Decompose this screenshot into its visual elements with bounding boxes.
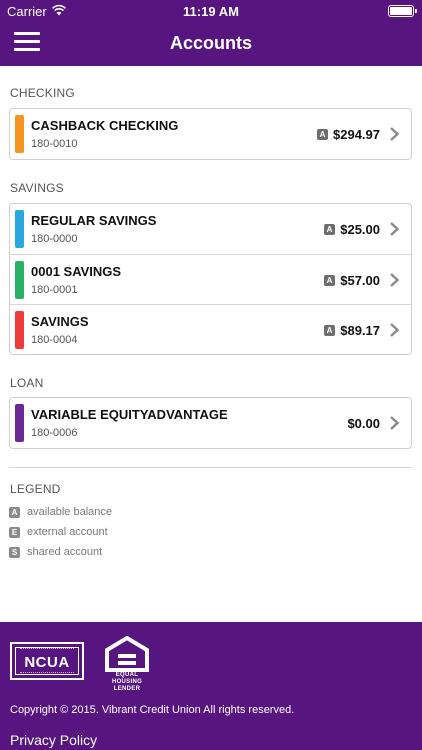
privacy-policy-link[interactable]: Privacy Policy <box>10 732 97 748</box>
legend-title: LEGEND <box>10 482 61 496</box>
account-row-regular-savings[interactable]: REGULAR SAVINGS 180-0000 A $25.00 <box>10 204 411 254</box>
status-bar: Carrier 11:19 AM <box>0 0 422 22</box>
account-number: 180-0010 <box>31 138 78 150</box>
available-balance-badge: A <box>324 224 335 235</box>
account-name: SAVINGS <box>31 314 89 329</box>
account-name: CASHBACK CHECKING <box>31 118 179 133</box>
account-balance: $0.00 <box>347 416 380 431</box>
loan-accounts-card: VARIABLE EQUITYADVANTAGE 180-0006 $0.00 <box>9 397 412 449</box>
divider <box>9 467 412 468</box>
app-header: Carrier 11:19 AM Accounts <box>0 0 422 66</box>
legend-text: available balance <box>27 506 113 518</box>
account-row-0001-savings[interactable]: 0001 SAVINGS 180-0001 A $57.00 <box>10 254 411 304</box>
section-label-loan: LOAN <box>10 376 44 390</box>
account-name: VARIABLE EQUITYADVANTAGE <box>31 407 228 422</box>
available-balance-badge: A <box>317 129 328 140</box>
account-row-cashback-checking[interactable]: CASHBACK CHECKING 180-0010 A $294.97 <box>10 109 411 159</box>
account-color-stripe <box>15 115 24 153</box>
legend-text: shared account <box>27 546 103 558</box>
battery-icon <box>388 5 417 17</box>
copyright-text: Copyright © 2015. Vibrant Credit Union A… <box>10 704 295 716</box>
available-balance-badge: A <box>324 325 335 336</box>
section-label-checking: CHECKING <box>10 86 75 100</box>
section-label-savings: SAVINGS <box>10 181 64 195</box>
account-color-stripe <box>15 210 24 248</box>
page-title: Accounts <box>169 33 252 53</box>
legend-badge: A <box>9 507 20 518</box>
chevron-right-icon <box>390 222 400 236</box>
account-name: 0001 SAVINGS <box>31 264 122 279</box>
account-row-savings[interactable]: SAVINGS 180-0004 A $89.17 <box>10 304 411 354</box>
account-color-stripe <box>15 261 24 299</box>
savings-accounts-card: REGULAR SAVINGS 180-0000 A $25.00 0001 S… <box>9 203 412 355</box>
legend-text: external account <box>27 526 108 538</box>
checking-accounts-card: CASHBACK CHECKING 180-0010 A $294.97 <box>9 108 412 160</box>
chevron-right-icon <box>390 323 400 337</box>
account-number: 180-0001 <box>31 284 78 296</box>
account-balance: $294.97 <box>333 127 380 142</box>
legend-badge: S <box>9 547 20 558</box>
account-balance: $57.00 <box>340 273 380 288</box>
account-color-stripe <box>15 311 24 349</box>
available-balance-badge: A <box>324 275 335 286</box>
account-balance: $89.17 <box>340 323 380 338</box>
legend-badge: E <box>9 527 20 538</box>
chevron-right-icon <box>390 127 400 141</box>
footer: NCUA EQUAL HOUSING LENDER Copyright © 20… <box>0 622 422 750</box>
chevron-right-icon <box>390 273 400 287</box>
account-balance: $25.00 <box>340 222 380 237</box>
clock: 11:19 AM <box>183 4 239 19</box>
account-row-variable-equityadvantage[interactable]: VARIABLE EQUITYADVANTAGE 180-0006 $0.00 <box>10 398 411 448</box>
account-name: REGULAR SAVINGS <box>31 213 157 228</box>
chevron-right-icon <box>390 416 400 430</box>
ncua-logo-text: NCUA <box>24 654 70 671</box>
account-number: 180-0004 <box>31 334 78 346</box>
account-color-stripe <box>15 404 24 442</box>
account-number: 180-0006 <box>31 427 78 439</box>
account-number: 180-0000 <box>31 233 78 245</box>
equal-housing-lender-text: EQUAL HOUSING LENDER <box>111 672 143 692</box>
ncua-logo: NCUA <box>10 642 84 680</box>
